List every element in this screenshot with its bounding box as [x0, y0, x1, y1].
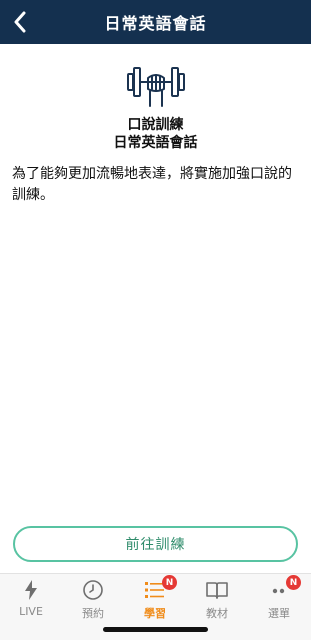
chevron-left-icon: [14, 11, 26, 33]
tab-booking[interactable]: 預約: [62, 578, 124, 622]
tab-materials[interactable]: 教材: [186, 578, 248, 622]
heading-title: 口說訓練: [127, 117, 184, 133]
tab-label: 教材: [206, 607, 228, 620]
notification-badge: N: [162, 575, 177, 590]
heading-subtitle: 日常英語會話: [113, 135, 198, 151]
tab-label: LIVE: [19, 605, 43, 618]
page-title: 日常英語會話: [104, 14, 207, 33]
start-training-button[interactable]: 前往訓練: [13, 526, 298, 562]
tab-learning[interactable]: N 學習: [124, 575, 186, 622]
tab-label: 預約: [82, 607, 104, 620]
dumbbell-icon: [127, 67, 185, 107]
clock-icon: [83, 580, 103, 600]
notification-badge: N: [286, 575, 301, 590]
home-indicator: [103, 627, 208, 632]
back-button[interactable]: [6, 8, 34, 36]
section-heading: 口說訓練 日常英語會話: [0, 116, 311, 152]
lightning-icon: [25, 580, 37, 600]
tab-menu[interactable]: N 選單: [248, 575, 310, 622]
description-text: 為了能夠更加流暢地表達，將實施加強口說的訓練。: [12, 166, 292, 203]
tab-label: 選單: [268, 607, 290, 620]
tab-label: 學習: [144, 607, 166, 620]
tab-live[interactable]: LIVE: [0, 578, 62, 622]
top-nav-bar: 日常英語會話: [0, 0, 311, 44]
book-icon: [206, 582, 228, 599]
